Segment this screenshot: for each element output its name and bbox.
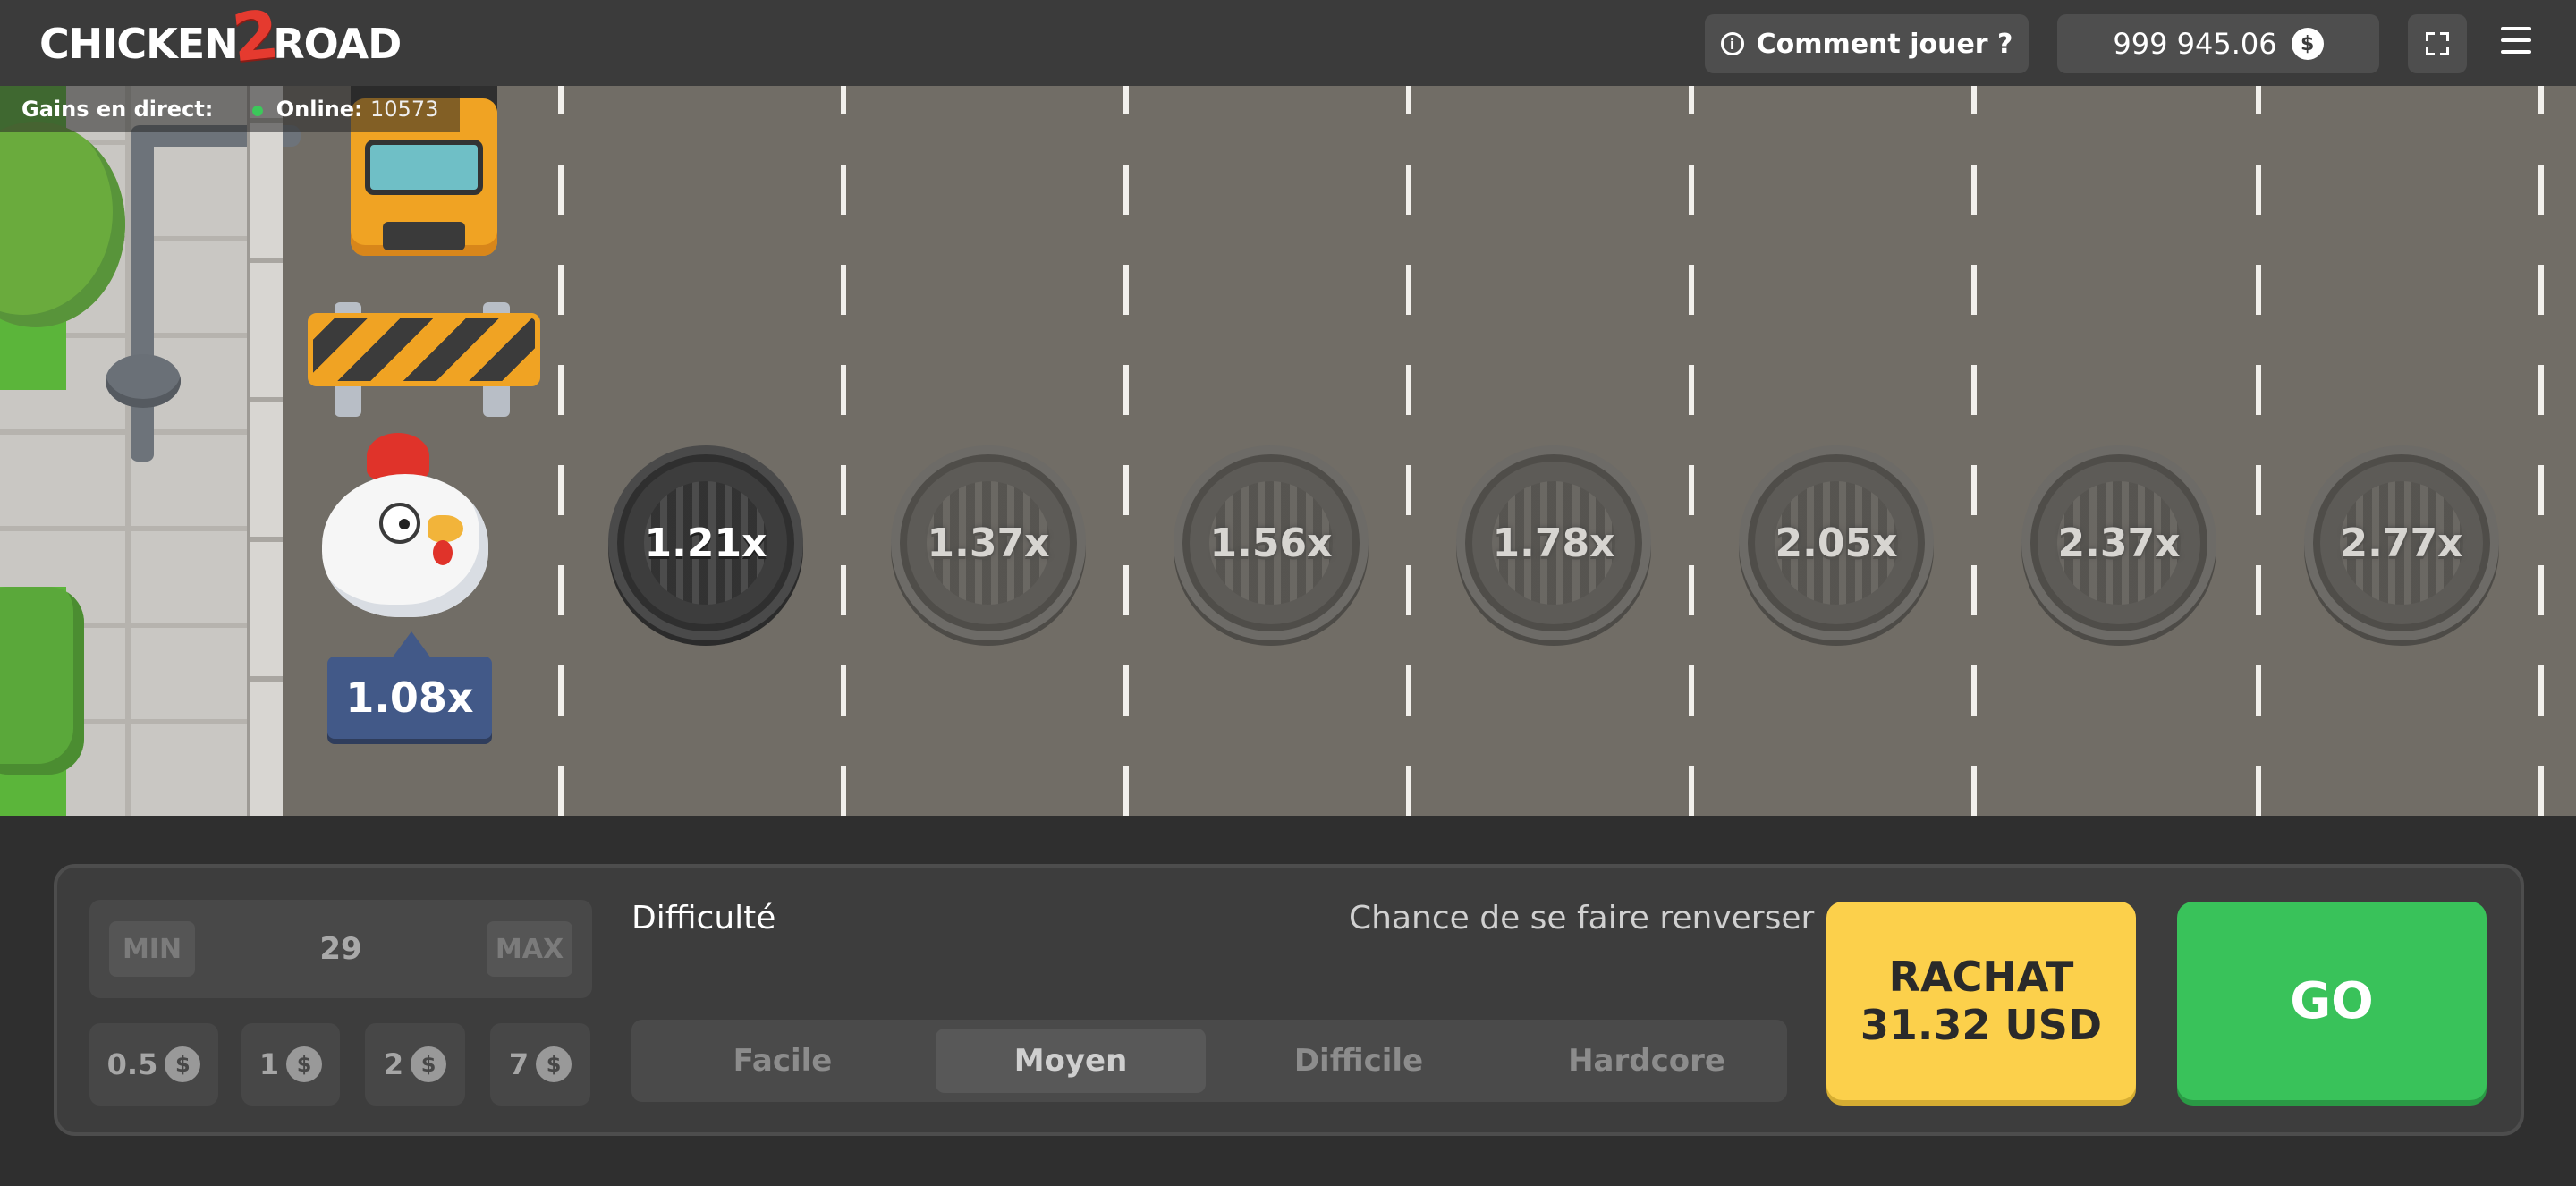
cashout-label: RACHAT [1888,953,2074,1001]
logo-text-two: 2 [228,0,283,78]
lane-multiplier: 1.37x [927,520,1050,566]
lane-multiplier: 2.77x [2340,520,2463,566]
difficulty-tab-hardcore[interactable]: Hardcore [1512,1029,1782,1093]
chip-value: 2 [383,1047,404,1081]
bet-amount-input[interactable]: 29 [268,900,413,998]
how-to-play-button[interactable]: i Comment jouer ? [1705,14,2029,73]
lane-manhole-7[interactable]: 2.77x [2304,445,2499,640]
lane-manhole-4[interactable]: 1.78x [1456,445,1651,640]
current-multiplier-badge: 1.08x [327,631,492,739]
quick-bet-chip[interactable]: 0.5 $ [89,1023,218,1106]
lane-divider [1689,86,1694,816]
coin-icon: $ [536,1046,572,1082]
fullscreen-icon [2426,32,2449,55]
coin-icon: $ [2291,28,2324,60]
online-status-dot [252,106,264,116]
coin-icon: $ [165,1046,201,1082]
balance-display: 999 945.06 $ [2057,14,2379,73]
lane-divider [2256,86,2261,816]
bush [0,587,84,775]
lane-divider [841,86,846,816]
go-button[interactable]: GO [2177,902,2487,1100]
online-label: Online: [275,97,363,122]
crash-chance-label: Chance de se faire renverser [1349,900,1815,936]
difficulty-selector: Facile Moyen Difficile Hardcore [631,1020,1787,1102]
street-lamp [131,131,154,462]
lane-manhole-3[interactable]: 1.56x [1174,445,1368,640]
bet-min-button[interactable]: MIN [109,921,195,977]
cashout-button[interactable]: RACHAT 31.32 USD [1826,902,2136,1100]
difficulty-tab-facile[interactable]: Facile [648,1029,918,1093]
lane-manhole-2[interactable]: 1.37x [891,445,1086,640]
street-lamp-base [106,354,181,408]
how-to-play-label: Comment jouer ? [1756,28,2013,60]
lane-divider [1406,86,1411,816]
lane-multiplier: 1.21x [644,520,767,566]
lane-manhole-1[interactable]: 1.21x [608,445,803,640]
curb [247,86,283,816]
chip-value: 7 [508,1047,530,1081]
chicken-character [317,433,497,621]
lane-multiplier: 2.37x [2057,520,2181,566]
chip-value: 1 [258,1047,280,1081]
coin-icon: $ [286,1046,323,1082]
info-icon: i [1720,32,1744,55]
lane-divider [1123,86,1129,816]
quick-bet-chip[interactable]: 2 $ [365,1023,465,1106]
bet-max-button[interactable]: MAX [487,921,572,977]
lane-multiplier: 1.56x [1209,520,1333,566]
lane-divider [1971,86,1977,816]
lane-manhole-6[interactable]: 2.37x [2021,445,2216,640]
quick-bet-chip[interactable]: 1 $ [242,1023,340,1106]
lane-multiplier: 2.05x [1775,520,1898,566]
cashout-amount: 31.32 USD [1860,1001,2103,1049]
top-bar: CHICKEN 2 ROAD i Comment jouer ? 999 945… [0,0,2576,86]
fullscreen-button[interactable] [2408,14,2467,73]
balance-value: 999 945.06 [2113,27,2277,61]
lane-divider [558,86,564,816]
coin-icon: $ [411,1046,447,1082]
difficulty-label: Difficulté [631,900,776,936]
chip-value: 0.5 [106,1047,158,1081]
live-wins-label: Gains en direct: [21,97,214,122]
lane-multiplier: 1.78x [1492,520,1615,566]
difficulty-tab-moyen[interactable]: Moyen [936,1029,1206,1093]
live-wins-bar: Gains en direct: Online: 10573 [0,86,461,132]
difficulty-tab-difficile[interactable]: Difficile [1224,1029,1494,1093]
quick-bet-chip[interactable]: 7 $ [490,1023,590,1106]
road-barrier [308,302,540,417]
logo-text-chicken: CHICKEN [39,20,239,68]
online-count: 10573 [370,97,439,122]
menu-icon[interactable] [2501,27,2531,54]
bet-amount-control: MIN 29 MAX [89,900,592,998]
chicken-road-logo: CHICKEN 2 ROAD [39,0,402,77]
game-board: 1.08x 1.21x 1.37x 1.56x 1.78x 2.05x 2.37… [0,86,2576,816]
lane-manhole-5[interactable]: 2.05x [1739,445,1934,640]
lane-divider [2538,86,2544,816]
logo-text-road: ROAD [273,20,402,68]
